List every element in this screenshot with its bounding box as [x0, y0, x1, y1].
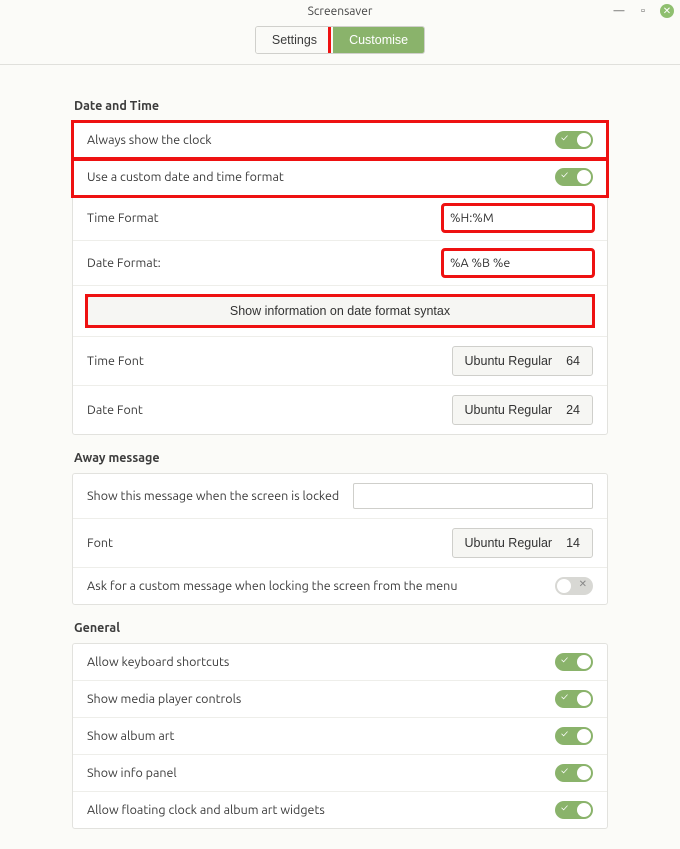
tab-group: Settings Customise: [255, 26, 425, 54]
section-heading-general: General: [74, 621, 608, 635]
info-panel-toggle[interactable]: [555, 764, 593, 782]
date-font-size: 24: [566, 403, 580, 417]
allow-keyboard-toggle[interactable]: [555, 653, 593, 671]
away-msg-input[interactable]: [353, 483, 593, 509]
section-heading-datetime: Date and Time: [74, 99, 608, 113]
media-controls-toggle[interactable]: [555, 690, 593, 708]
date-format-label: Date Format:: [87, 256, 443, 270]
general-panel: Allow keyboard shortcuts Show media play…: [72, 643, 608, 829]
date-font-label: Date Font: [87, 403, 452, 417]
date-format-input[interactable]: [443, 250, 593, 276]
away-panel: Show this message when the screen is loc…: [72, 473, 608, 605]
close-icon[interactable]: ✕: [660, 4, 674, 18]
time-font-label: Time Font: [87, 354, 452, 368]
use-custom-format-label: Use a custom date and time format: [87, 170, 555, 184]
ask-custom-msg-toggle[interactable]: [555, 577, 593, 595]
away-font-size: 14: [566, 536, 580, 550]
date-font-button[interactable]: Ubuntu Regular 24: [452, 395, 593, 425]
time-font-button[interactable]: Ubuntu Regular 64: [452, 346, 593, 376]
section-heading-away: Away message: [74, 451, 608, 465]
floating-widgets-label: Allow floating clock and album art widge…: [87, 803, 555, 817]
tab-settings[interactable]: Settings: [256, 27, 333, 53]
time-font-size: 64: [566, 354, 580, 368]
allow-keyboard-label: Allow keyboard shortcuts: [87, 655, 555, 669]
floating-widgets-toggle[interactable]: [555, 801, 593, 819]
time-font-name: Ubuntu Regular: [465, 354, 553, 368]
window-title: Screensaver: [308, 5, 373, 18]
always-show-clock-label: Always show the clock: [87, 133, 555, 147]
time-format-input[interactable]: [443, 205, 593, 231]
maximize-icon[interactable]: ▫: [636, 4, 650, 18]
date-format-syntax-button[interactable]: Show information on date format syntax: [87, 296, 593, 326]
minimize-icon[interactable]: ―: [612, 4, 626, 18]
away-font-label: Font: [87, 536, 452, 550]
info-panel-label: Show info panel: [87, 766, 555, 780]
away-msg-label: Show this message when the screen is loc…: [87, 489, 339, 503]
always-show-clock-toggle[interactable]: [555, 131, 593, 149]
tab-customise[interactable]: Customise: [333, 27, 424, 53]
media-controls-label: Show media player controls: [87, 692, 555, 706]
ask-custom-msg-label: Ask for a custom message when locking th…: [87, 579, 555, 593]
use-custom-format-toggle[interactable]: [555, 168, 593, 186]
date-font-name: Ubuntu Regular: [465, 403, 553, 417]
away-font-button[interactable]: Ubuntu Regular 14: [452, 528, 593, 558]
album-art-toggle[interactable]: [555, 727, 593, 745]
time-format-label: Time Format: [87, 211, 443, 225]
datetime-panel: Always show the clock Use a custom date …: [72, 121, 608, 435]
away-font-name: Ubuntu Regular: [465, 536, 553, 550]
album-art-label: Show album art: [87, 729, 555, 743]
